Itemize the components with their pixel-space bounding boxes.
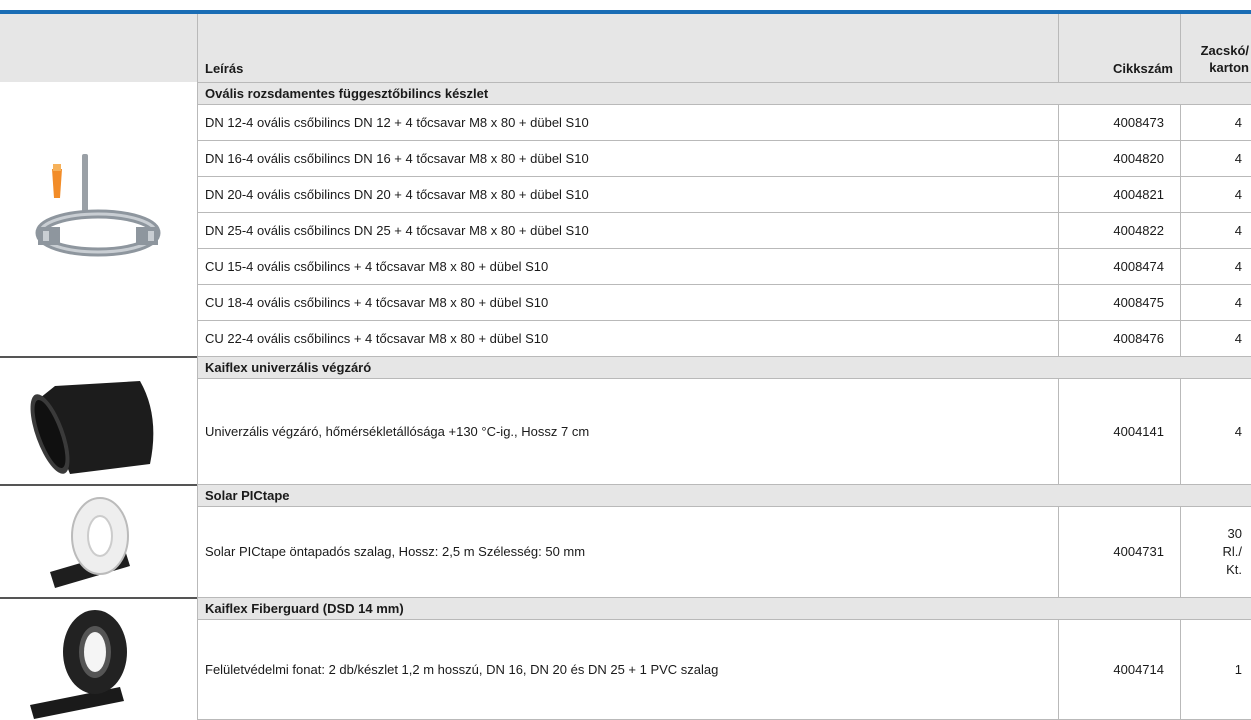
table-row: DN 12-4 ovális csőbilincs DN 12 + 4 tőcs… bbox=[197, 103, 1251, 141]
row-article-number: 4004820 bbox=[1058, 139, 1181, 177]
table-row: CU 18-4 ovális csőbilincs + 4 tőcsavar M… bbox=[197, 283, 1251, 321]
row-description: DN 12-4 ovális csőbilincs DN 12 + 4 tőcs… bbox=[197, 103, 1059, 141]
table-row: DN 20-4 ovális csőbilincs DN 20 + 4 tőcs… bbox=[197, 175, 1251, 213]
group-title: Solar PICtape bbox=[197, 483, 1251, 507]
product-image-fiberguard bbox=[0, 597, 197, 720]
row-article-number: 4008475 bbox=[1058, 283, 1181, 321]
row-pack-quantity: 4 bbox=[1180, 139, 1251, 177]
table-row: CU 15-4 ovális csőbilincs + 4 tőcsavar M… bbox=[197, 247, 1251, 285]
table-row: Felületvédelmi fonat: 2 db/készlet 1,2 m… bbox=[197, 618, 1251, 720]
table-row: CU 22-4 ovális csőbilincs + 4 tőcsavar M… bbox=[197, 319, 1251, 357]
row-pack-quantity: 4 bbox=[1180, 103, 1251, 141]
product-image-clamp bbox=[0, 82, 197, 358]
row-pack-quantity: 4 bbox=[1180, 211, 1251, 249]
row-pack-quantity: 30 Rl./Kt. bbox=[1180, 505, 1251, 598]
row-article-number: 4004141 bbox=[1058, 377, 1181, 485]
row-pack-quantity: 4 bbox=[1180, 247, 1251, 285]
group-title: Kaiflex Fiberguard (DSD 14 mm) bbox=[197, 596, 1251, 620]
row-article-number: 4004714 bbox=[1058, 618, 1181, 720]
row-article-number: 4008473 bbox=[1058, 103, 1181, 141]
group-title: Kaiflex univerzális végzáró bbox=[197, 355, 1251, 379]
table-row: Solar PICtape öntapadós szalag, Hossz: 2… bbox=[197, 505, 1251, 598]
row-article-number: 4004821 bbox=[1058, 175, 1181, 213]
row-description: DN 16-4 ovális csőbilincs DN 16 + 4 tőcs… bbox=[197, 139, 1059, 177]
row-description: CU 18-4 ovális csőbilincs + 4 tőcsavar M… bbox=[197, 283, 1059, 321]
row-description: Felületvédelmi fonat: 2 db/készlet 1,2 m… bbox=[197, 618, 1059, 720]
row-description: CU 15-4 ovális csőbilincs + 4 tőcsavar M… bbox=[197, 247, 1059, 285]
product-image-tape bbox=[0, 484, 197, 599]
row-pack-quantity: 4 bbox=[1180, 283, 1251, 321]
row-article-number: 4004822 bbox=[1058, 211, 1181, 249]
row-pack-quantity: 4 bbox=[1180, 319, 1251, 357]
table-row: Univerzális végzáró, hőmérsékletállósága… bbox=[197, 377, 1251, 485]
header-description: Leírás bbox=[197, 14, 1059, 83]
product-table: Leírás Cikkszám Zacskó/karton Ovális roz… bbox=[197, 14, 1251, 720]
row-description: DN 20-4 ovális csőbilincs DN 20 + 4 tőcs… bbox=[197, 175, 1059, 213]
row-article-number: 4008476 bbox=[1058, 319, 1181, 357]
group-title: Ovális rozsdamentes függesztőbilincs kés… bbox=[197, 81, 1251, 105]
header-article-number: Cikkszám bbox=[1058, 14, 1181, 83]
group-header-row: Kaiflex Fiberguard (DSD 14 mm) bbox=[197, 596, 1251, 620]
product-image-end-cap bbox=[0, 356, 197, 486]
row-article-number: 4004731 bbox=[1058, 505, 1181, 598]
group-header-row: Kaiflex univerzális végzáró bbox=[197, 355, 1251, 379]
row-description: Univerzális végzáró, hőmérsékletállósága… bbox=[197, 377, 1059, 485]
row-description: DN 25-4 ovális csőbilincs DN 25 + 4 tőcs… bbox=[197, 211, 1059, 249]
table-header-row: Leírás Cikkszám Zacskó/karton bbox=[197, 14, 1251, 83]
group-header-row: Ovális rozsdamentes függesztőbilincs kés… bbox=[197, 81, 1251, 105]
row-article-number: 4008474 bbox=[1058, 247, 1181, 285]
table-row: DN 16-4 ovális csőbilincs DN 16 + 4 tőcs… bbox=[197, 139, 1251, 177]
row-pack-quantity: 4 bbox=[1180, 175, 1251, 213]
row-pack-quantity: 1 bbox=[1180, 618, 1251, 720]
table-row: DN 25-4 ovális csőbilincs DN 25 + 4 tőcs… bbox=[197, 211, 1251, 249]
row-pack-quantity: 4 bbox=[1180, 377, 1251, 485]
row-description: Solar PICtape öntapadós szalag, Hossz: 2… bbox=[197, 505, 1059, 598]
header-pack-quantity: Zacskó/karton bbox=[1180, 14, 1251, 83]
group-header-row: Solar PICtape bbox=[197, 483, 1251, 507]
row-description: CU 22-4 ovális csőbilincs + 4 tőcsavar M… bbox=[197, 319, 1059, 357]
